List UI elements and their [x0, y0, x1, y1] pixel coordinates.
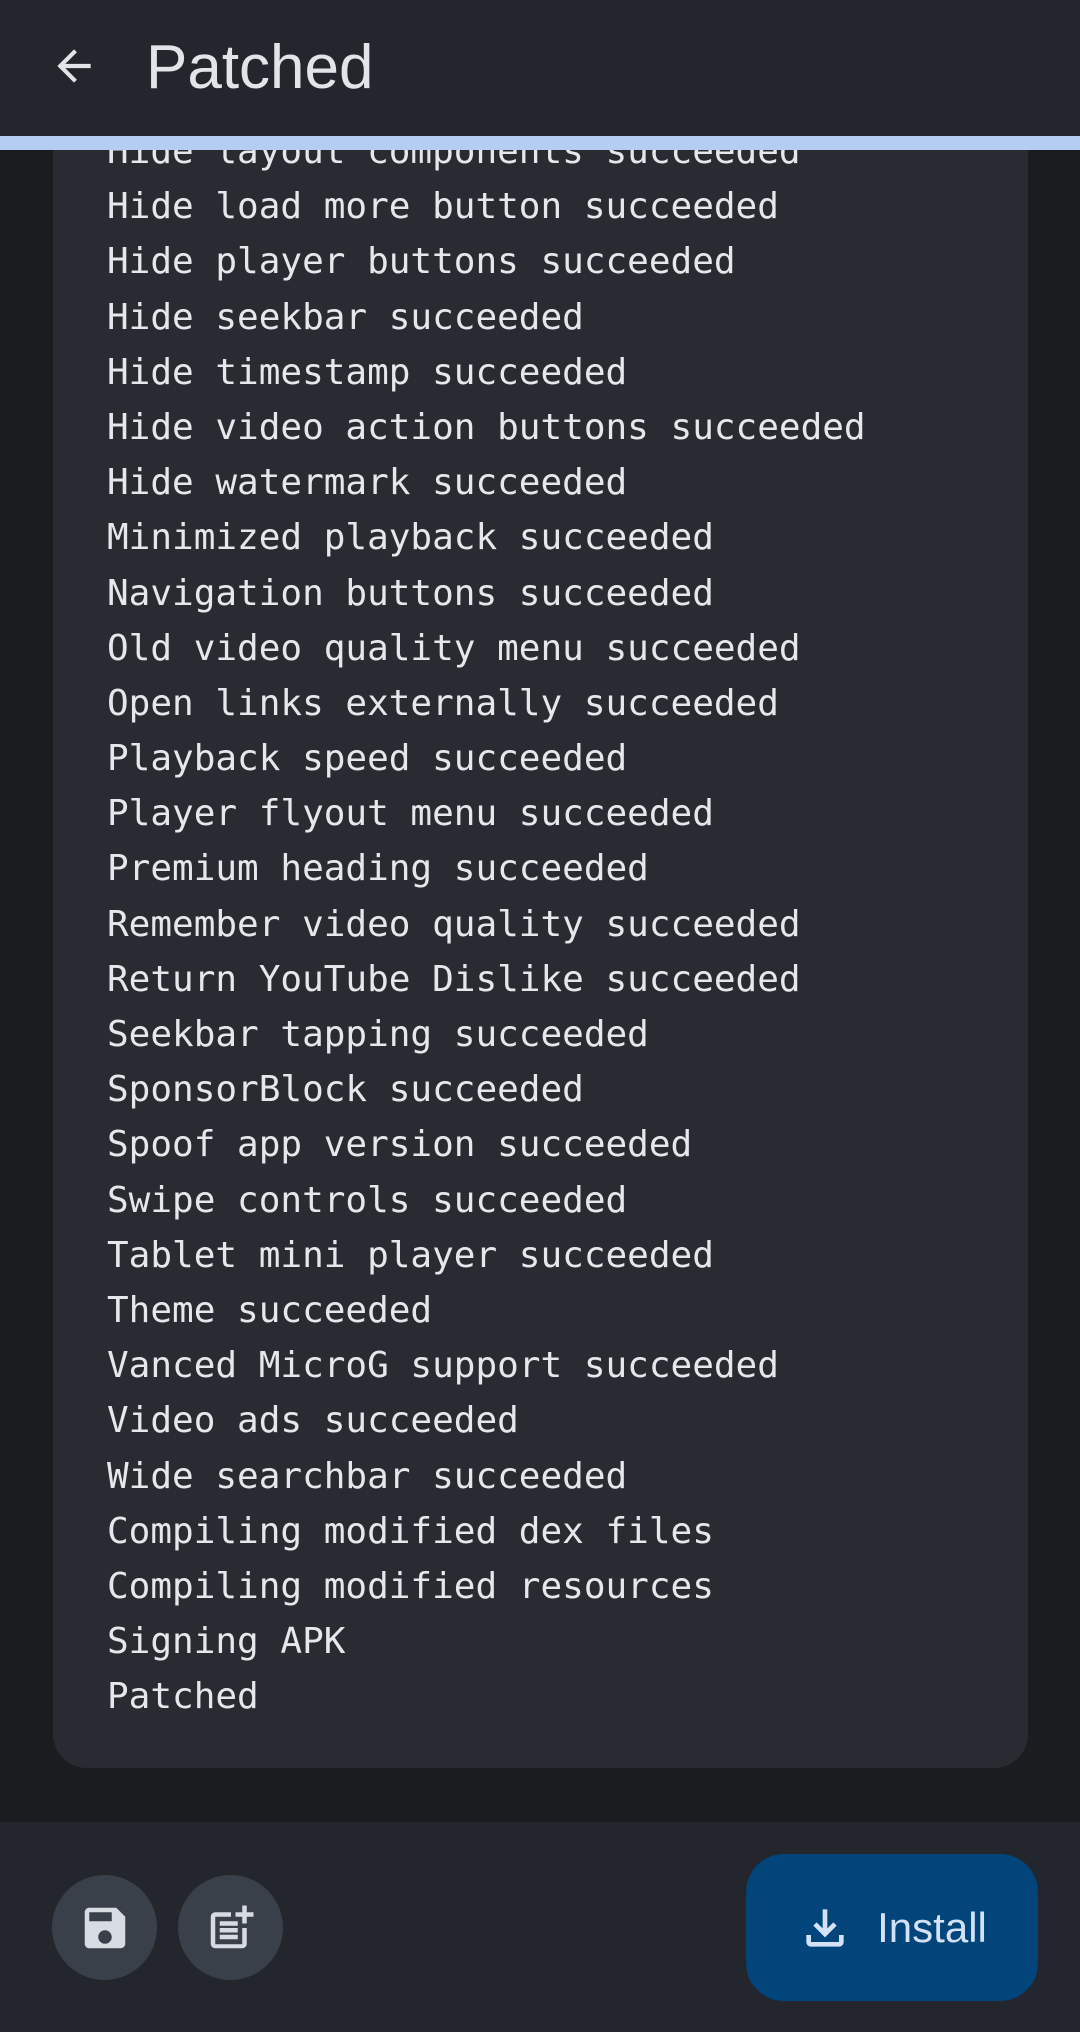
save-apk-button[interactable]: [52, 1875, 157, 1980]
log-line: Hide player buttons succeeded: [107, 241, 736, 283]
log-line: Spoof app version succeeded: [107, 1124, 693, 1166]
log-line: Patched: [107, 1676, 259, 1718]
log-line: Minimized playback succeeded: [107, 517, 714, 559]
log-line: Remember video quality succeeded: [107, 903, 801, 945]
log-line: Player flyout menu succeeded: [107, 793, 714, 835]
log-line: Theme succeeded: [107, 1289, 433, 1331]
log-line: Video ads succeeded: [107, 1400, 519, 1442]
patch-log-card: Hide layout components succeeded Hide loa…: [53, 150, 1028, 1768]
log-line: Seekbar tapping succeeded: [107, 1014, 649, 1055]
log-line: Wide searchbar succeeded: [107, 1455, 628, 1497]
install-button[interactable]: Install: [746, 1854, 1038, 2001]
log-line: Hide watermark succeeded: [107, 462, 628, 504]
log-line: Signing APK: [107, 1621, 346, 1663]
log-line: Playback speed succeeded: [107, 738, 628, 780]
log-line: Swipe controls succeeded: [107, 1179, 628, 1221]
log-line: Vanced MicroG support succeeded: [107, 1345, 779, 1387]
post-add-icon: [210, 1905, 253, 1948]
log-line: Return YouTube Dislike succeeded: [107, 958, 801, 1000]
log-line: Compiling modified resources: [107, 1565, 714, 1607]
log-line: Navigation buttons succeeded: [107, 572, 714, 614]
bottom-action-bar: Install: [0, 1822, 1080, 2032]
log-line: Hide seekbar succeeded: [107, 296, 584, 338]
install-label: Install: [877, 1903, 987, 1951]
log-line: Old video quality menu succeeded: [107, 627, 801, 669]
log-line: Hide video action buttons succeeded: [107, 406, 866, 448]
log-line: Open links externally succeeded: [107, 682, 779, 724]
log-line: SponsorBlock succeeded: [107, 1069, 584, 1111]
arrow-back-icon: [57, 49, 91, 83]
top-app-bar: Patched: [0, 0, 1080, 136]
export-log-button[interactable]: [178, 1875, 283, 1980]
log-line: Compiling modified dex files: [107, 1510, 714, 1552]
download-icon: [806, 1908, 844, 1947]
log-lines: Hide layout components succeeded Hide loa…: [107, 150, 1007, 1724]
log-line: Hide layout components succeeded: [107, 150, 801, 172]
page-title: Patched: [146, 33, 374, 102]
log-line: Hide load more button succeeded: [107, 186, 779, 228]
back-button[interactable]: [30, 22, 118, 110]
log-line: Hide timestamp succeeded: [107, 351, 628, 393]
log-scroll-area[interactable]: Hide layout components succeeded Hide loa…: [0, 150, 1080, 1822]
log-line: Premium heading succeeded: [107, 848, 649, 890]
log-line: Tablet mini player succeeded: [107, 1234, 714, 1276]
patch-progress-bar: [0, 136, 1080, 150]
save-icon: [84, 1907, 125, 1948]
